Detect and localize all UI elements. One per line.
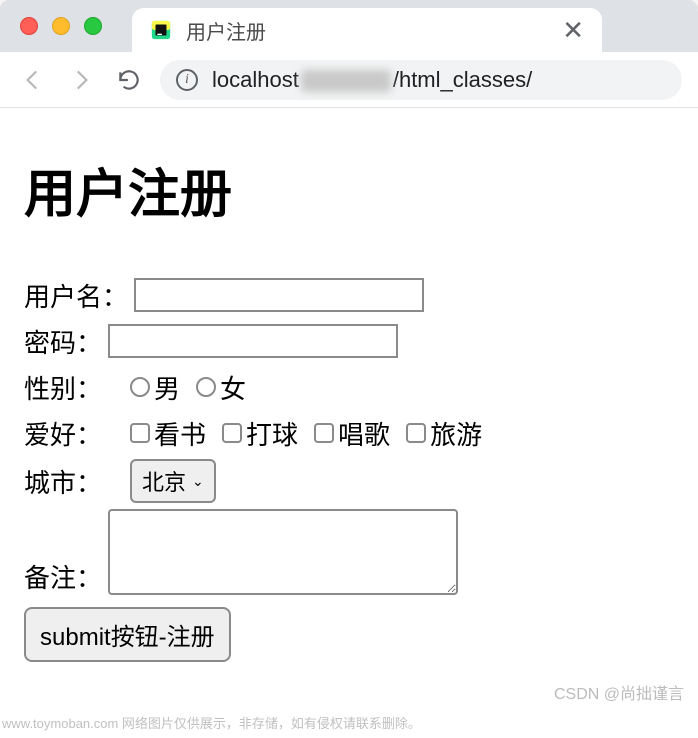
url-text: localhost/html_classes/: [212, 67, 532, 93]
forward-button[interactable]: [64, 63, 98, 97]
window-titlebar: 用户注册 ✕: [0, 0, 698, 52]
city-label: 城市：: [24, 463, 102, 500]
page-title: 用户注册: [24, 152, 674, 227]
reload-button[interactable]: [112, 63, 146, 97]
password-input[interactable]: [108, 324, 398, 358]
checkbox-icon: [222, 423, 242, 443]
window-close-button[interactable]: [20, 17, 38, 35]
browser-tab[interactable]: 用户注册 ✕: [132, 8, 602, 52]
tab-close-icon[interactable]: ✕: [562, 17, 584, 43]
username-label: 用户名：: [24, 277, 128, 314]
hobby-label: 爱好：: [24, 415, 102, 452]
chevron-down-icon: ⌄: [192, 473, 204, 490]
browser-window: 用户注册 ✕ i localhost/html_classes/ 用户注册 用户…: [0, 0, 698, 738]
hobby-checkbox-reading[interactable]: 看书: [130, 415, 206, 452]
traffic-lights: [20, 17, 102, 35]
radio-icon: [130, 377, 150, 397]
page-content: 用户注册 用户名： 密码： 性别： 男 女 爱好：: [0, 108, 698, 738]
checkbox-icon: [130, 423, 150, 443]
arrow-left-icon: [20, 67, 46, 93]
remark-label: 备注：: [24, 558, 102, 595]
arrow-right-icon: [68, 67, 94, 93]
address-bar[interactable]: i localhost/html_classes/: [160, 60, 682, 100]
remark-textarea[interactable]: [108, 509, 458, 595]
city-select[interactable]: 北京 ⌄: [130, 459, 216, 503]
back-button[interactable]: [16, 63, 50, 97]
watermark-toymoban: www.toymoban.com 网络图片仅供展示，非存储，如有侵权请联系删除。: [2, 713, 421, 732]
gender-label: 性别：: [24, 369, 102, 406]
radio-icon: [196, 377, 216, 397]
checkbox-icon: [406, 423, 426, 443]
submit-button[interactable]: submit按钮-注册: [24, 607, 231, 662]
pycharm-favicon-icon: [150, 19, 172, 41]
reload-icon: [116, 67, 142, 93]
window-minimize-button[interactable]: [52, 17, 70, 35]
hobby-checkbox-travel[interactable]: 旅游: [406, 415, 482, 452]
window-zoom-button[interactable]: [84, 17, 102, 35]
username-input[interactable]: [134, 278, 424, 312]
url-blurred-segment: [301, 70, 391, 92]
gender-radio-group: 男 女: [130, 369, 246, 406]
hobby-checkbox-ball[interactable]: 打球: [222, 415, 298, 452]
watermark-csdn: CSDN @尚拙谨言: [554, 680, 684, 704]
gender-radio-male[interactable]: 男: [130, 369, 180, 406]
gender-radio-female[interactable]: 女: [196, 369, 246, 406]
hobby-checkbox-group: 看书 打球 唱歌 旅游: [130, 415, 482, 452]
hobby-checkbox-singing[interactable]: 唱歌: [314, 415, 390, 452]
site-info-icon[interactable]: i: [176, 69, 198, 91]
tab-title: 用户注册: [186, 16, 548, 45]
checkbox-icon: [314, 423, 334, 443]
password-label: 密码：: [24, 323, 102, 360]
browser-toolbar: i localhost/html_classes/: [0, 52, 698, 108]
